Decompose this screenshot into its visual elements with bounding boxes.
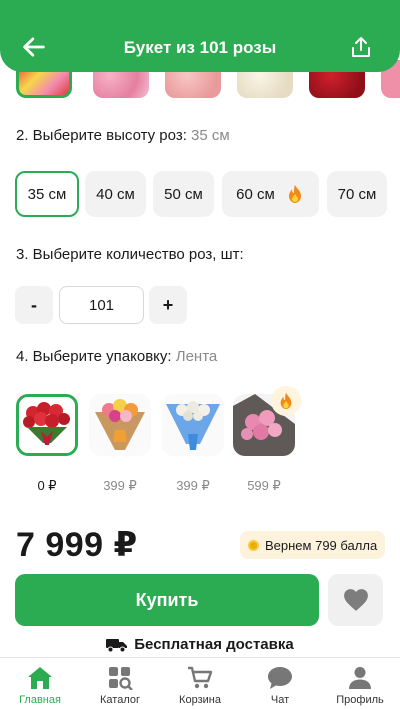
chat-icon (268, 667, 292, 689)
quantity-input[interactable]: 101 (59, 286, 144, 324)
app-header: Букет из 101 розы (0, 0, 400, 72)
heart-icon (343, 589, 368, 611)
height-option-60-label: 60 см (236, 185, 275, 203)
height-label: 2. Выберите высоту роз: (16, 127, 187, 144)
nav-catalog[interactable]: Каталог (80, 658, 160, 709)
bottom-navigation: Главная Каталог Корзина Чат Профиль (0, 657, 400, 709)
fire-icon (288, 185, 301, 203)
nav-home[interactable]: Главная (0, 658, 80, 709)
home-icon (28, 667, 52, 689)
nav-cart-label: Корзина (179, 694, 221, 706)
nav-catalog-label: Каталог (100, 694, 140, 706)
free-delivery-label: Бесплатная доставка (134, 636, 294, 653)
bouquet-blue-image (162, 394, 224, 456)
fire-icon (280, 392, 292, 410)
bonus-text: Вернем 799 балла (265, 537, 378, 553)
bouquet-craft-image (89, 394, 151, 456)
nav-cart[interactable]: Корзина (160, 658, 240, 709)
catalog-icon (109, 667, 133, 690)
free-delivery-note: Бесплатная доставка (0, 636, 400, 653)
packaging-price-premium: 599 ₽ (247, 478, 281, 493)
nav-profile-label: Профиль (336, 694, 384, 706)
share-icon[interactable] (350, 35, 372, 59)
height-option-35[interactable]: 35 см (15, 171, 79, 217)
buy-button[interactable]: Купить (15, 574, 319, 626)
packaging-section-title: 4. Выберите упаковку: Лента (16, 348, 217, 365)
cart-icon (188, 666, 213, 689)
height-option-50[interactable]: 50 см (153, 171, 214, 217)
packaging-label: 4. Выберите упаковку: (16, 348, 172, 365)
packaging-option-ribbon[interactable] (16, 394, 78, 456)
page-title: Букет из 101 розы (123, 38, 277, 57)
favorite-button[interactable] (328, 574, 383, 626)
packaging-option-craft[interactable] (89, 394, 151, 456)
truck-icon (106, 638, 128, 652)
packaging-fire-badge (271, 386, 301, 416)
packaging-selected-value: Лента (175, 348, 218, 365)
packaging-price-ribbon: 0 ₽ (37, 478, 57, 493)
total-price: 7 999 ₽ (16, 526, 138, 564)
nav-profile[interactable]: Профиль (320, 658, 400, 709)
height-option-70[interactable]: 70 см (327, 171, 387, 217)
profile-icon (349, 667, 371, 689)
height-option-60[interactable]: 60 см (222, 171, 319, 217)
coin-icon (248, 539, 259, 551)
height-selected-value: 35 см (191, 127, 230, 144)
packaging-price-blue: 399 ₽ (176, 478, 210, 493)
nav-home-label: Главная (19, 694, 61, 706)
packaging-price-craft: 399 ₽ (103, 478, 137, 493)
quantity-label: 3. Выберите количество роз, шт: (16, 246, 244, 263)
bouquet-ribbon-image (19, 397, 75, 453)
bonus-badge: Вернем 799 балла (240, 531, 386, 559)
nav-chat[interactable]: Чат (240, 658, 320, 709)
height-section-title: 2. Выберите высоту роз: 35 см (16, 127, 230, 144)
quantity-increase-button[interactable]: + (149, 286, 187, 324)
nav-chat-label: Чат (270, 694, 290, 706)
quantity-decrease-button[interactable]: - (15, 286, 53, 324)
height-option-40[interactable]: 40 см (85, 171, 146, 217)
packaging-option-blue[interactable] (162, 394, 224, 456)
